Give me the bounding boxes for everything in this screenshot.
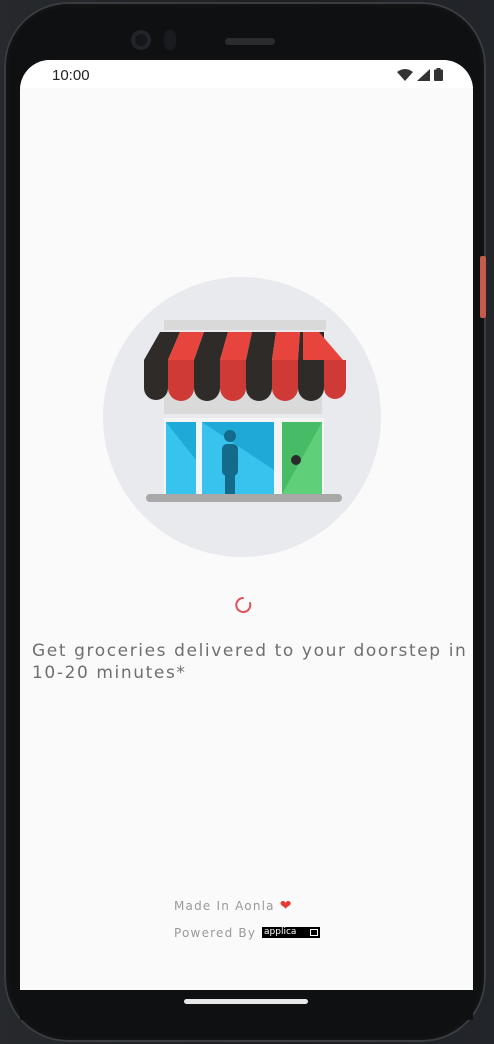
powered-by-line: Powered By [174,926,256,940]
made-in-text: Made In Aonla [174,899,275,913]
brand-logo-text: applica [264,927,297,937]
powered-by-text: Powered By [174,926,257,940]
made-in-line: Made In Aonla ❤ [174,898,293,914]
status-time: 10:00 [52,67,90,84]
status-bar: 10:00 [20,60,473,88]
app-screen: 10:00 Get groceries delivered to your do… [20,60,473,990]
navigation-bar [20,990,473,1020]
brand-logo[interactable]: applica [262,927,320,938]
side-power-button[interactable] [480,256,486,318]
brand-logo-mark-icon [310,929,318,936]
cell-signal-icon [417,68,430,81]
battery-icon [434,68,443,81]
wifi-icon [397,68,413,81]
proximity-sensor [164,30,176,50]
storefront-illustration [144,320,346,502]
loading-spinner [235,597,252,613]
splash-tagline: Get groceries delivered to your doorstep… [32,641,468,683]
home-gesture-handle[interactable] [184,999,308,1004]
front-camera [131,30,151,50]
status-icons [397,68,443,81]
earpiece-speaker [225,38,275,45]
heart-icon: ❤ [279,898,293,914]
